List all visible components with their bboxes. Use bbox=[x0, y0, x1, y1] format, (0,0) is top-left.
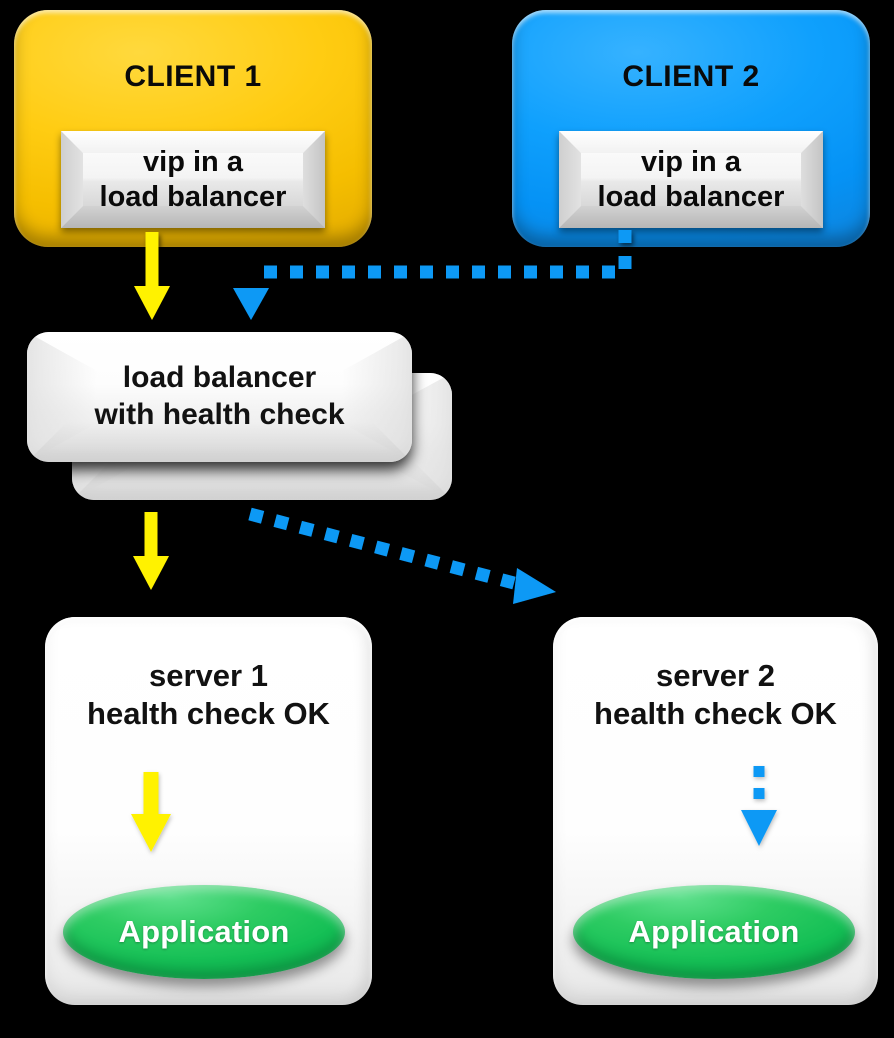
diagram-canvas: CLIENT 1 vip in a load balancer CLIENT 2… bbox=[0, 0, 894, 1038]
load-balancer-box[interactable]: load balancer with health check bbox=[27, 332, 412, 462]
server-2-application-node[interactable]: Application bbox=[573, 885, 855, 979]
server-2-application-label: Application bbox=[628, 914, 800, 949]
client-1-box[interactable]: CLIENT 1 vip in a load balancer bbox=[14, 10, 372, 247]
connector-lb-to-server2 bbox=[248, 507, 556, 604]
server-1-application-label: Application bbox=[118, 914, 290, 949]
client-2-title: CLIENT 2 bbox=[622, 60, 760, 93]
server-1-title: server 1 health check OK bbox=[87, 658, 330, 731]
server-1-application-node[interactable]: Application bbox=[63, 885, 345, 979]
load-balancer-label: load balancer with health check bbox=[94, 361, 345, 431]
client-2-vip-plate[interactable]: vip in a load balancer bbox=[559, 131, 823, 228]
client-2-box[interactable]: CLIENT 2 vip in a load balancer bbox=[512, 10, 870, 247]
server-1-box[interactable]: server 1 health check OK Application bbox=[45, 617, 372, 1005]
server-2-box[interactable]: server 2 health check OK Application bbox=[553, 617, 878, 1005]
client-1-title: CLIENT 1 bbox=[124, 60, 262, 93]
client-1-vip-plate[interactable]: vip in a load balancer bbox=[61, 131, 325, 228]
client-1-vip-label: vip in a load balancer bbox=[99, 145, 287, 213]
server-2-title: server 2 health check OK bbox=[594, 658, 837, 731]
client-2-vip-label: vip in a load balancer bbox=[597, 145, 785, 213]
connector-lb-to-server1 bbox=[133, 512, 169, 590]
